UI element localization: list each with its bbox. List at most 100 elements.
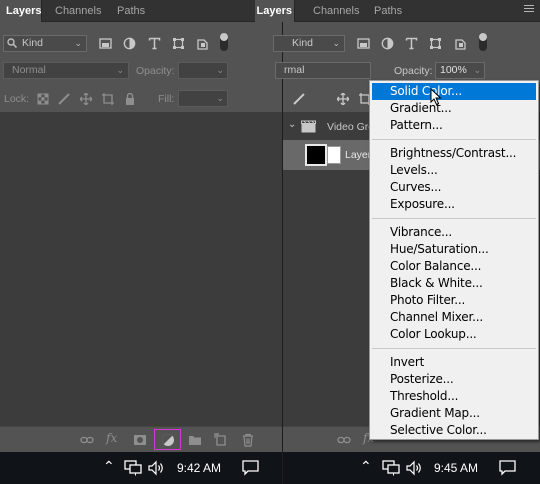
search-icon [7,38,17,48]
smart-object-filter-icon[interactable] [196,37,209,50]
trash-icon[interactable] [241,433,255,447]
chevron-down-icon: ⌄ [74,38,82,48]
volume-icon[interactable] [148,460,166,476]
menu-item-gradient[interactable]: Gradient... [372,100,536,117]
layers-bottom-bar: fx [0,426,282,452]
chevron-down-icon: ⌄ [216,93,224,103]
pixel-filter-icon[interactable] [99,37,112,50]
blend-mode-value: rmal [284,64,305,76]
fill-label: Fill: [158,93,175,105]
new-layer-icon[interactable] [214,433,228,447]
menu-item-threshold[interactable]: Threshold... [372,388,536,405]
menu-item-brightness-contrast[interactable]: Brightness/Contrast... [372,145,536,162]
taskbar-right: ⌃ 9:45 AM [283,452,540,484]
lock-artboard-icon[interactable] [102,93,114,105]
video-group-label: Video Gro [327,121,375,133]
link-icon[interactable] [337,433,351,447]
network-icon[interactable] [382,460,400,476]
pixel-filter-icon[interactable] [357,37,370,50]
menu-item-pattern[interactable]: Pattern... [372,117,536,134]
shape-filter-icon[interactable] [172,37,185,50]
menu-item-color-lookup[interactable]: Color Lookup... [372,326,536,343]
menu-item-solid-color[interactable]: Solid Color... [372,83,536,100]
lock-position-icon[interactable] [337,93,349,105]
clock-time[interactable]: 9:45 AM [434,461,478,475]
tab-channels[interactable]: Channels [55,0,101,22]
panel-tabs: Layers Channels Paths [0,0,282,22]
blend-mode-select[interactable]: Normal ⌄ [3,62,129,79]
kind-filter-select[interactable]: Kind ⌄ [3,35,87,52]
volume-icon[interactable] [406,460,424,476]
adjustment-layer-icon [162,434,174,446]
kind-label: Kind [22,37,44,49]
lock-position-icon[interactable] [80,93,92,105]
chevron-down-icon: ⌄ [473,65,481,75]
kind-label: Kind [292,37,314,49]
adjustment-filter-icon[interactable] [381,37,394,50]
new-adjustment-layer-button[interactable] [154,429,181,450]
tab-paths[interactable]: Paths [117,0,145,22]
menu-item-vibrance[interactable]: Vibrance... [372,224,536,241]
menu-item-exposure[interactable]: Exposure... [372,196,536,213]
layers-list [0,112,282,426]
expand-chevron-icon[interactable]: ⌄ [288,119,296,130]
lock-label: Lock: [4,93,30,105]
tab-layers[interactable]: Layers [0,0,42,22]
lock-transparent-icon[interactable] [37,93,49,105]
menu-item-hue-saturation[interactable]: Hue/Saturation... [372,241,536,258]
filter-toggle[interactable] [479,33,487,51]
menu-item-levels[interactable]: Levels... [372,162,536,179]
mouse-cursor-icon [430,88,442,106]
menu-separator [372,348,536,349]
menu-item-gradient-map[interactable]: Gradient Map... [372,405,536,422]
opacity-label: Opacity: [394,65,433,77]
filter-toggle[interactable] [220,33,228,51]
network-icon[interactable] [124,460,142,476]
folder-icon[interactable] [188,433,202,447]
opacity-field[interactable]: ⌄ [178,62,228,79]
menu-item-black-white[interactable]: Black & White... [372,275,536,292]
show-hidden-icons-chevron[interactable]: ⌃ [360,458,372,474]
notification-icon[interactable] [242,460,259,476]
mask-icon[interactable] [133,433,147,447]
menu-item-channel-mixer[interactable]: Channel Mixer... [372,309,536,326]
blend-mode-select[interactable]: rmal [275,62,371,79]
lock-pixels-icon[interactable] [58,93,70,105]
menu-item-photo-filter[interactable]: Photo Filter... [372,292,536,309]
layer-mask-thumbnail [327,146,341,164]
lock-all-icon[interactable] [124,93,136,105]
tab-layers[interactable]: Layers [255,0,295,22]
layer-thumbnail [305,144,327,166]
menu-item-curves[interactable]: Curves... [372,179,536,196]
tab-channels[interactable]: Channels [313,0,359,22]
tab-paths[interactable]: Paths [374,0,402,22]
menu-item-selective-color[interactable]: Selective Color... [372,422,536,439]
kind-filter-select[interactable]: Kind ⌄ [273,35,345,52]
type-filter-icon[interactable] [148,37,161,50]
link-icon[interactable] [80,433,94,447]
video-group-icon [301,120,316,133]
show-hidden-icons-chevron[interactable]: ⌃ [103,458,115,474]
fx-icon[interactable]: fx [106,431,120,445]
chevron-down-icon: ⌄ [116,65,124,75]
panel-menu-icon[interactable] [524,5,534,15]
adjustment-filter-icon[interactable] [123,37,136,50]
type-filter-icon[interactable] [405,37,418,50]
menu-separator [372,218,536,219]
lock-pixels-icon[interactable] [293,93,305,105]
clock-time[interactable]: 9:42 AM [177,461,221,475]
smart-object-filter-icon[interactable] [454,37,467,50]
menu-item-color-balance[interactable]: Color Balance... [372,258,536,275]
shape-filter-icon[interactable] [429,37,442,50]
opacity-field[interactable]: 100% ⌄ [435,62,485,79]
menu-separator [372,139,536,140]
opacity-label: Opacity: [136,65,175,77]
notification-icon[interactable] [499,460,516,476]
menu-item-invert[interactable]: Invert [372,354,536,371]
chevron-down-icon: ⌄ [216,65,224,75]
opacity-value: 100% [440,64,467,76]
menu-item-posterize[interactable]: Posterize... [372,371,536,388]
layers-panel-left: Layers Channels Paths Kind ⌄ Normal ⌄ Op… [0,0,282,452]
fill-field[interactable]: ⌄ [178,90,228,107]
taskbar-left: ⌃ 9:42 AM [0,452,282,484]
